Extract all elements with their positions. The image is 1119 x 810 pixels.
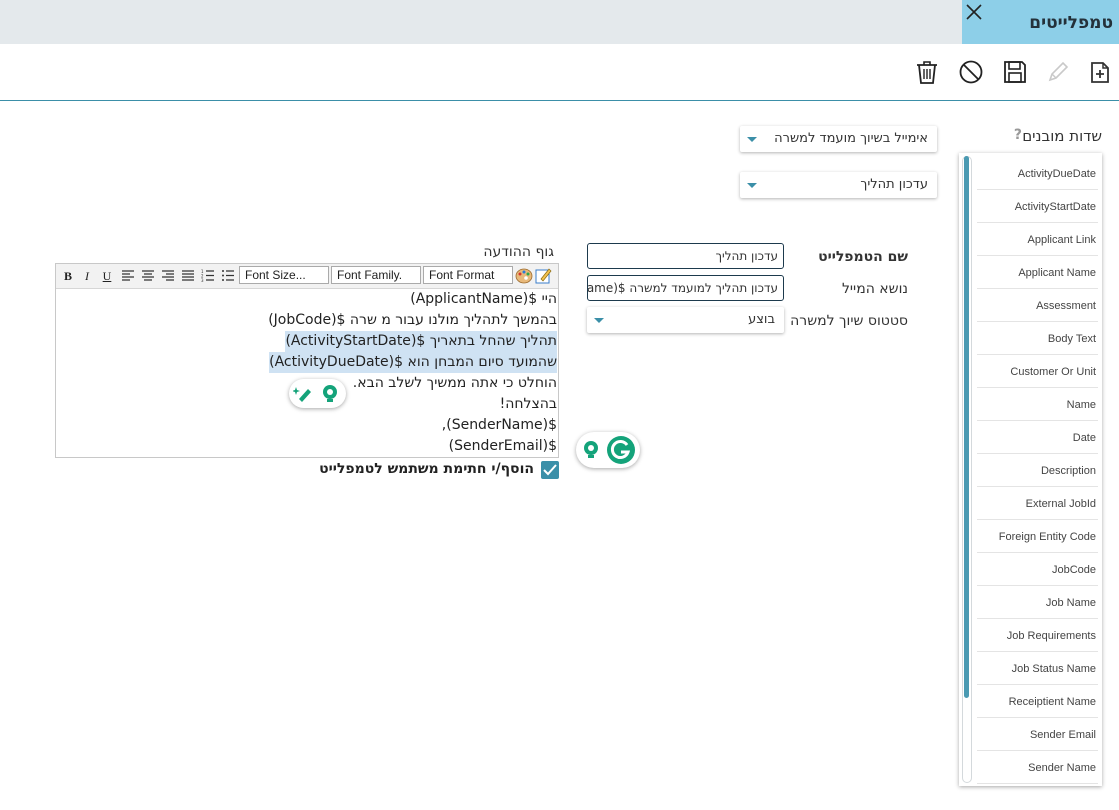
italic-button[interactable]: I <box>80 268 94 284</box>
font-family-select[interactable]: Font Family. <box>331 266 421 284</box>
editor-line: $(SenderName), <box>441 417 557 433</box>
email-subject-input[interactable]: עדכון תהליך למועמד למשרה $(ame <box>587 275 784 301</box>
numbered-list-icon[interactable]: 123 <box>201 269 215 282</box>
underline-button[interactable]: U <box>100 268 114 284</box>
grammar-logo-icon <box>607 436 635 464</box>
editor-line: בהמשך לתהליך מולנו עבור מ שרה $(JobCode) <box>268 312 557 328</box>
builtin-field-item[interactable]: Description <box>977 455 1098 487</box>
lightbulb-icon <box>584 441 598 458</box>
editor-line: הוחלט כי אתה ממשיך לשלב הבא. <box>352 375 557 391</box>
toolbar <box>0 44 1119 101</box>
bullet-list-icon[interactable] <box>221 269 235 282</box>
builtin-fields-title: שדות מובנים <box>1022 127 1102 145</box>
builtin-field-item[interactable]: ActivityDueDate <box>977 158 1098 190</box>
writing-assistant-bubble[interactable] <box>289 379 346 408</box>
chevron-down-icon <box>747 137 757 142</box>
builtin-field-item[interactable]: JobCode <box>977 554 1098 586</box>
builtin-field-item[interactable]: Applicant Name <box>977 257 1098 289</box>
template-name-label: שם הטמפלייט <box>818 249 908 265</box>
sparkle-pen-icon <box>293 387 311 402</box>
builtin-field-item[interactable]: Receiptient Name <box>977 686 1098 718</box>
builtin-field-item[interactable]: Job Status Name <box>977 653 1098 685</box>
builtin-field-item[interactable]: Date <box>977 422 1098 454</box>
help-icon[interactable]: ? <box>1014 127 1022 143</box>
status-select-value: בוצע <box>748 312 775 327</box>
new-template-icon[interactable] <box>1087 59 1113 85</box>
align-left-icon[interactable] <box>121 269 135 282</box>
category-select-value: אימייל בשיוך מועמד למשרה <box>774 131 928 146</box>
builtin-field-item[interactable]: Applicant Link <box>977 224 1098 256</box>
bold-button[interactable]: B <box>61 268 75 284</box>
builtin-field-item[interactable]: Job Requirements <box>977 620 1098 652</box>
font-format-select[interactable]: Font Format <box>423 266 513 284</box>
builtin-field-item[interactable]: ActivityStartDate <box>977 191 1098 223</box>
close-icon[interactable] <box>964 2 984 22</box>
grammar-assistant-bubble[interactable] <box>576 432 640 468</box>
editor-line: תהליך שהחל בתאריך $(ActivityStartDate) <box>285 331 557 352</box>
category-select[interactable]: אימייל בשיוך מועמד למשרה <box>740 126 937 152</box>
chevron-down-icon <box>594 318 604 323</box>
builtin-field-item[interactable]: Sender Email <box>977 719 1098 751</box>
status-label: סטטוס שיוך למשרה <box>790 313 908 329</box>
signature-checkbox-label: הוסף/י חתימת משתמש לטמפלייט <box>319 461 534 477</box>
message-body-label: גוף ההודעה <box>483 244 554 260</box>
builtin-field-item[interactable]: Assessment <box>977 290 1098 322</box>
save-icon[interactable] <box>1002 59 1028 85</box>
template-select[interactable]: עדכון תהליך <box>740 172 937 198</box>
builtin-field-item[interactable]: Sender Name <box>977 752 1098 784</box>
fields-scroll-thumb[interactable] <box>964 156 969 698</box>
editor-line: בהצלחה! <box>499 396 557 412</box>
editor-line: שהמועד סיום המבחן הוא $(ActivityDueDate) <box>269 352 557 373</box>
svg-text:3: 3 <box>201 278 204 282</box>
title-tab: טמפלייטים <box>962 0 1119 44</box>
align-center-icon[interactable] <box>141 269 155 282</box>
builtin-field-item[interactable]: Customer Or Unit <box>977 356 1098 388</box>
align-justify-icon[interactable] <box>181 269 195 282</box>
status-select[interactable]: בוצע <box>587 307 784 333</box>
editor-line: $(SenderEmail) <box>448 438 557 454</box>
editor-line: היי $(ApplicantName) <box>410 291 557 307</box>
edit-icon[interactable] <box>1045 59 1071 85</box>
email-subject-label: נושא המייל <box>841 281 908 297</box>
top-bar <box>0 0 1119 44</box>
template-select-value: עדכון תהליך <box>860 177 928 192</box>
builtin-field-item[interactable]: Foreign Entity Code <box>977 521 1098 553</box>
template-name-input[interactable]: עדכון תהליך <box>587 243 784 269</box>
signature-checkbox[interactable] <box>541 461 559 479</box>
cancel-icon[interactable] <box>958 59 984 85</box>
lightbulb-icon <box>323 385 337 402</box>
builtin-field-item[interactable]: Job Name <box>977 587 1098 619</box>
page-title: טמפלייטים <box>1029 13 1113 33</box>
palette-icon[interactable] <box>515 267 533 284</box>
builtin-field-item[interactable]: Name <box>977 389 1098 421</box>
edit-source-icon[interactable] <box>535 267 553 284</box>
chevron-down-icon <box>747 183 757 188</box>
checkmark-icon <box>543 464 557 476</box>
builtin-field-item[interactable]: Body Text <box>977 323 1098 355</box>
builtin-field-item[interactable]: External JobId <box>977 488 1098 520</box>
font-size-select[interactable]: Font Size... <box>239 266 329 284</box>
align-right-icon[interactable] <box>161 269 175 282</box>
delete-icon[interactable] <box>914 59 940 85</box>
